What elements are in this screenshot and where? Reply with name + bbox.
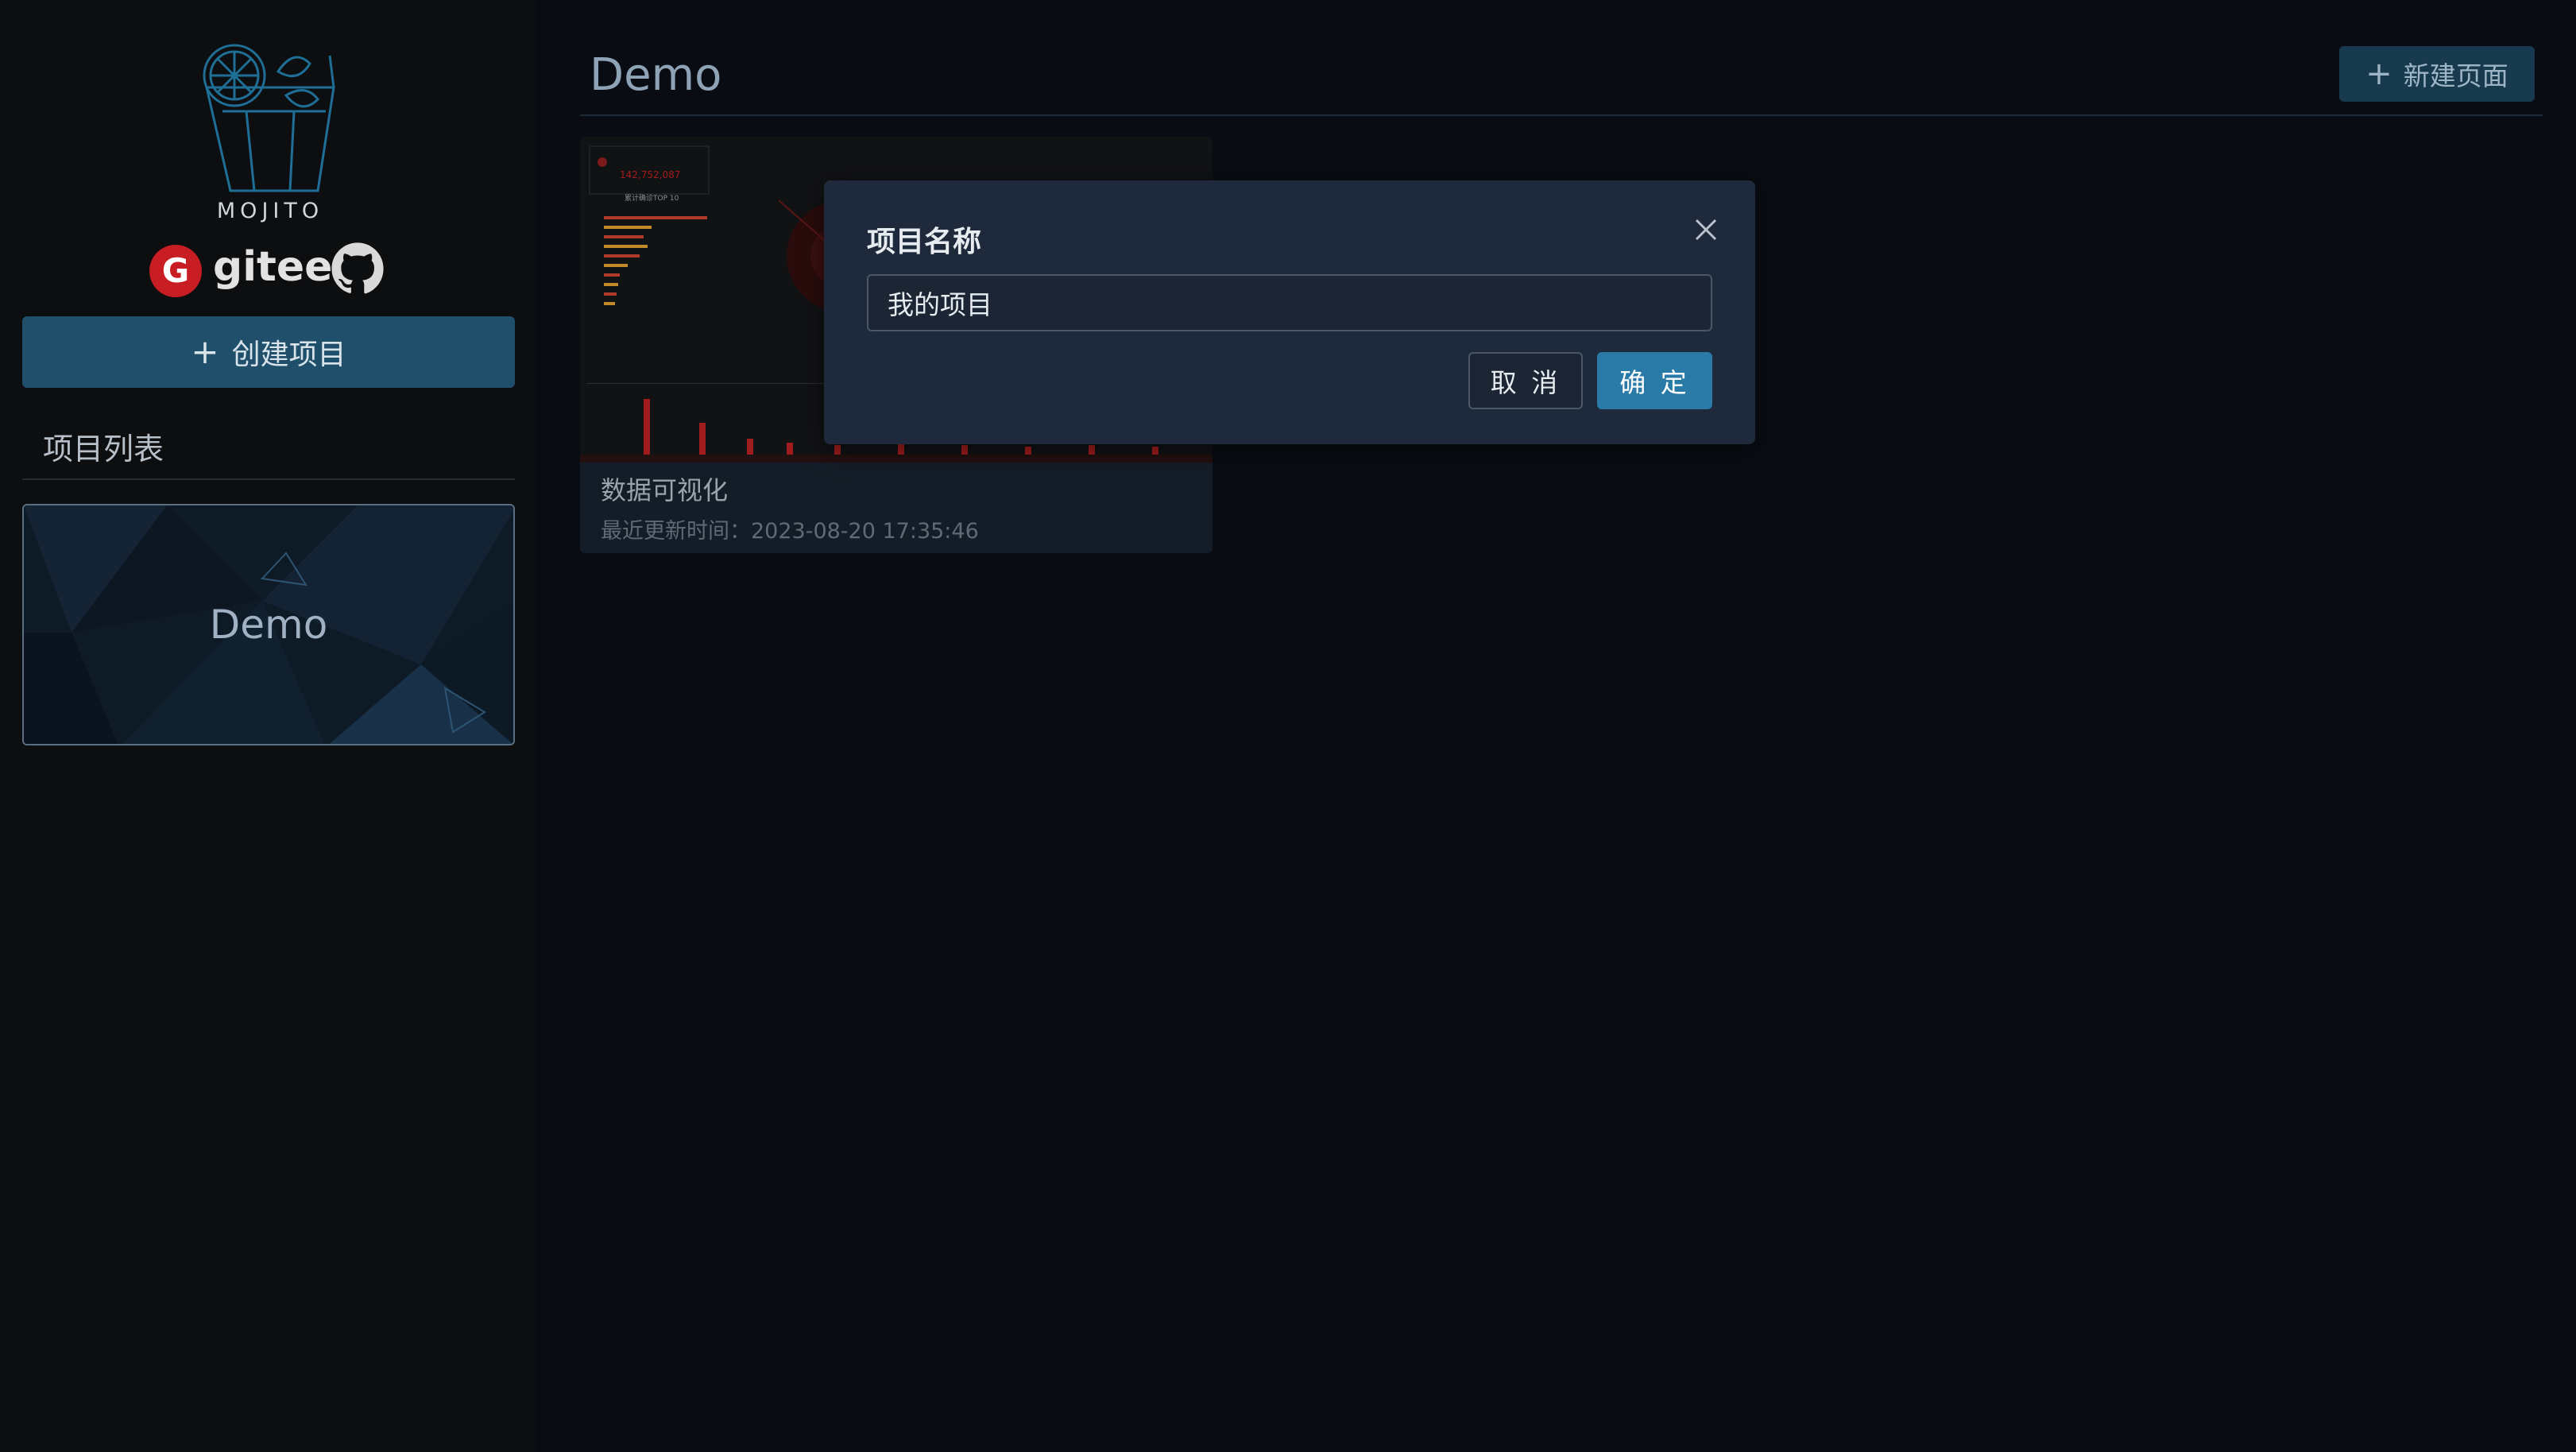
divider <box>580 114 2543 116</box>
divider <box>22 478 515 480</box>
repo-links: G gitee <box>149 238 396 297</box>
gitee-icon[interactable]: G <box>149 245 202 297</box>
sidebar: MOJITO G gitee + 创建项目 项目列表 Demo <box>0 0 536 1452</box>
new-page-button[interactable]: + 新建页面 <box>2339 46 2535 102</box>
thumbnail-stat: 142,752,087 <box>620 169 680 180</box>
ok-button[interactable]: 确 定 <box>1597 352 1712 409</box>
cancel-button[interactable]: 取 消 <box>1468 352 1583 409</box>
thumbnail-top-label: 累计确诊TOP 10 <box>625 193 679 203</box>
create-project-button[interactable]: + 创建项目 <box>22 316 515 388</box>
gitee-link[interactable]: gitee <box>213 238 332 296</box>
project-name-input[interactable] <box>867 274 1712 331</box>
new-page-label: 新建页面 <box>2403 60 2508 91</box>
close-icon[interactable] <box>1690 214 1722 246</box>
project-list-title: 项目列表 <box>43 432 164 467</box>
github-icon[interactable] <box>331 242 385 296</box>
page-card-title: 数据可视化 <box>601 475 729 505</box>
project-name: Demo <box>209 602 328 648</box>
project-card-demo[interactable]: Demo <box>22 504 515 745</box>
page-title: Demo <box>590 49 722 101</box>
plus-icon: + <box>2365 56 2392 92</box>
project-name-modal: 项目名称 取 消 确 定 <box>824 180 1755 444</box>
plus-icon: + <box>191 332 219 371</box>
mojito-logo: MOJITO <box>199 40 342 230</box>
modal-title: 项目名称 <box>867 226 982 258</box>
logo-text: MOJITO <box>216 199 324 223</box>
mojito-cup-icon <box>203 44 335 192</box>
create-project-label: 创建项目 <box>231 339 346 371</box>
page-card-updated: 最近更新时间：2023-08-20 17:35:46 <box>601 519 979 544</box>
